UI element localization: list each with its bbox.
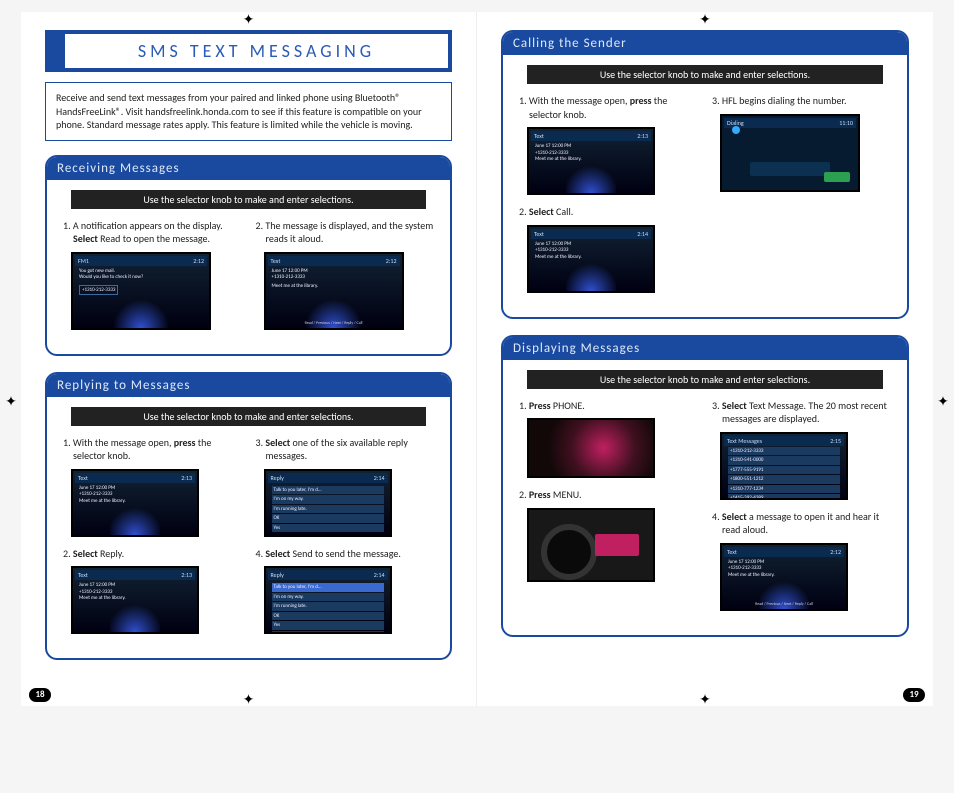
title-box: SMS TEXT MESSAGING	[45, 30, 452, 72]
crop-mark-bottom: ✦	[696, 690, 714, 708]
calling-step-2: 2. Select Call.	[519, 205, 698, 219]
screenshot-call-select: Text2:14 June 17 12:00 PM +1310-212-3333…	[527, 225, 655, 293]
calling-step-3: 3. HFL begins dialing the number.	[712, 94, 891, 108]
replying-step-1: 1. With the message open, press the sele…	[63, 436, 242, 463]
crop-mark-right: ✦	[934, 392, 952, 410]
section-calling: Calling the Sender Use the selector knob…	[501, 30, 909, 319]
screenshot-notification: FM12:12 You got new mail. Would you like…	[71, 252, 211, 330]
page-number-left: 18	[29, 688, 51, 702]
replying-step-3: 3. Select one of the six available reply…	[256, 436, 435, 463]
replying-step-4: 4. Select Send to send the message.	[256, 547, 435, 561]
section-receiving: Receiving Messages Use the selector knob…	[45, 155, 452, 356]
crop-mark-top: ✦	[240, 10, 258, 28]
crop-mark-top: ✦	[696, 10, 714, 28]
crop-mark-left: ✦	[2, 392, 20, 410]
screenshot-reply-open: Text2:13 June 17 12:00 PM +1310-212-3333…	[71, 469, 199, 537]
page-title: SMS TEXT MESSAGING	[73, 40, 440, 62]
displaying-step-3: 3. Select Text Message. The 20 most rece…	[712, 399, 891, 426]
section-heading: Receiving Messages	[47, 157, 450, 180]
screenshot-message-open: Text2:12 June 17 12:00 PM +1310-212-3333…	[264, 252, 404, 330]
photo-phone-button	[527, 418, 655, 478]
screenshot-dialing: Dialing11:10	[720, 114, 860, 192]
screenshot-message-list: Text Messages2:15 +1310-212-3333 +1310-5…	[720, 432, 848, 500]
page-number-right: 19	[903, 688, 925, 702]
calling-step-1: 1. With the message open, press the sele…	[519, 94, 698, 121]
displaying-step-4: 4. Select a message to open it and hear …	[712, 510, 891, 537]
section-replying: Replying to Messages Use the selector kn…	[45, 372, 452, 661]
receiving-step-2: 2. The message is displayed, and the sys…	[256, 219, 435, 246]
receiving-step-1: 1. A notification appears on the display…	[63, 219, 242, 246]
page-spread: ✦ SMS TEXT MESSAGING Receive and send te…	[21, 12, 933, 706]
displaying-step-2: 2. Press MENU.	[519, 488, 698, 502]
crop-mark-bottom: ✦	[240, 690, 258, 708]
screenshot-message-read: Text2:12 June 17 12:00 PM +1310-212-3333…	[720, 543, 848, 611]
section-heading: Calling the Sender	[503, 32, 907, 55]
page-19: ✦ Calling the Sender Use the selector kn…	[477, 12, 933, 706]
displaying-step-1: 1. Press PHONE.	[519, 399, 698, 413]
replying-step-2: 2. Select Reply.	[63, 547, 242, 561]
selector-note: Use the selector knob to make and enter …	[71, 190, 426, 209]
screenshot-call-msg: Text2:13 June 17 12:00 PM +1310-212-3333…	[527, 127, 655, 195]
intro-text: Receive and send text messages from your…	[45, 82, 452, 141]
section-displaying: Displaying Messages Use the selector kno…	[501, 335, 909, 637]
screenshot-reply-options: Reply2:14 Talk to you later, I'm d... I'…	[264, 469, 392, 537]
selector-note: Use the selector knob to make and enter …	[527, 370, 883, 389]
screenshot-reply-send: Reply2:14 Talk to you later, I'm d... I'…	[264, 566, 392, 634]
photo-menu-knob	[527, 508, 655, 582]
selector-note: Use the selector knob to make and enter …	[527, 65, 883, 84]
page-18: ✦ SMS TEXT MESSAGING Receive and send te…	[21, 12, 477, 706]
section-heading: Replying to Messages	[47, 374, 450, 397]
selector-note: Use the selector knob to make and enter …	[71, 407, 426, 426]
screenshot-reply-select: Text2:13 June 17 12:00 PM +1310-212-3333…	[71, 566, 199, 634]
section-heading: Displaying Messages	[503, 337, 907, 360]
